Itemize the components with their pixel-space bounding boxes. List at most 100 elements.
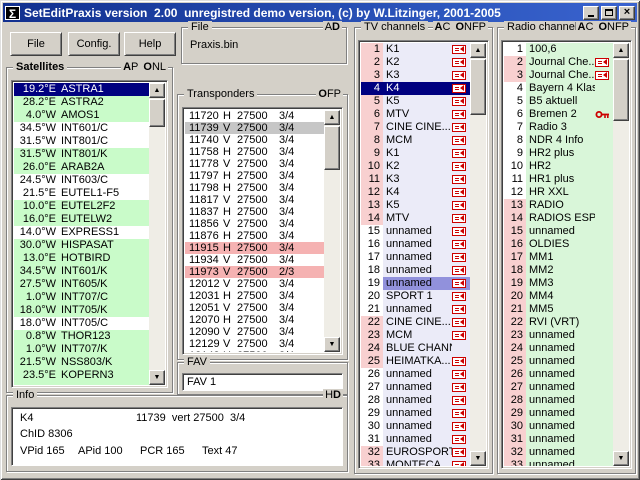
tv-channel-row[interactable]: 22 CINE CINE...	[361, 316, 470, 329]
radio-channel-row[interactable]: 6 Bremen 2	[504, 108, 613, 121]
radio-channel-row[interactable]: 1 100,6	[504, 43, 613, 56]
satellite-row[interactable]: 26.0°E ARAB2A	[14, 161, 149, 174]
tv-channel-row[interactable]: 7 CINE CINE...	[361, 121, 470, 134]
radio-channel-row[interactable]: 30 unnamed	[504, 420, 613, 433]
scrollbar-thumb[interactable]	[324, 126, 340, 170]
transponder-row[interactable]: 11837 H 27500 3/4	[185, 206, 324, 218]
scrollbar-thumb[interactable]	[149, 99, 165, 127]
radio-channel-row[interactable]: 19 MM3	[504, 277, 613, 290]
tv-channel-row[interactable]: 1 K1	[361, 43, 470, 56]
satellite-row[interactable]: 24.5°W INT603/C	[14, 174, 149, 187]
transponder-row[interactable]: 12051 V 27500 3/4	[185, 302, 324, 314]
radio-channel-row[interactable]: 4Bayern 4 Klassik	[504, 82, 613, 95]
radio-channel-row[interactable]: 16 OLDIES	[504, 238, 613, 251]
tv-channel-row[interactable]: 14 MTV	[361, 212, 470, 225]
satellite-row[interactable]: 0.8°W THOR123	[14, 330, 149, 343]
transponder-row[interactable]: 11720 H 27500 3/4	[185, 110, 324, 122]
radio-channel-row[interactable]: 5 B5 aktuell	[504, 95, 613, 108]
scroll-up-button[interactable]: ▲	[613, 43, 629, 58]
transponder-row[interactable]: 11739 V 27500 3/4	[185, 122, 324, 134]
radio-channel-row[interactable]: 15 unnamed	[504, 225, 613, 238]
tv-channel-row[interactable]: 16 unnamed	[361, 238, 470, 251]
tv-channel-row[interactable]: 2 K2	[361, 56, 470, 69]
transponder-row[interactable]: 11856 V 27500 3/4	[185, 218, 324, 230]
transponder-row[interactable]: 11778 V 27500 3/4	[185, 158, 324, 170]
tv-scrollbar[interactable]: ▲ ▼	[470, 43, 486, 466]
tv-channel-row[interactable]: 4 K4	[361, 82, 470, 95]
tv-channel-row[interactable]: 5 K5	[361, 95, 470, 108]
transponder-scrollbar[interactable]: ▲ ▼	[324, 110, 340, 352]
radio-channel-row[interactable]: 24 unnamed	[504, 342, 613, 355]
tv-channel-row[interactable]: 9 K1	[361, 147, 470, 160]
transponder-row[interactable]: 12148H275003/4	[185, 350, 324, 352]
radio-channel-row[interactable]: 7 Radio 3	[504, 121, 613, 134]
transponder-row[interactable]: 11817 V 27500 3/4	[185, 194, 324, 206]
scrollbar-thumb[interactable]	[613, 59, 629, 121]
radio-channel-row[interactable]: 33 unnamed	[504, 459, 613, 466]
satellite-row[interactable]: 14.0°W EXPRESS1	[14, 226, 149, 239]
satellite-row[interactable]: 13.0°E HOTBIRD	[14, 252, 149, 265]
satellite-row[interactable]: 4.0°W AMOS1	[14, 109, 149, 122]
tv-channel-row[interactable]: 29 unnamed	[361, 407, 470, 420]
tv-channel-row[interactable]: 8 MCM	[361, 134, 470, 147]
transponder-row[interactable]: 11740 V 27500 3/4	[185, 134, 324, 146]
transponder-row[interactable]: 11915 H 27500 3/4	[185, 242, 324, 254]
tv-channel-row[interactable]: 21 unnamed	[361, 303, 470, 316]
tv-channel-row[interactable]: 12 K4	[361, 186, 470, 199]
satellite-scrollbar[interactable]: ▲ ▼	[149, 83, 165, 385]
scroll-down-button[interactable]: ▼	[613, 451, 629, 466]
transponder-row[interactable]: 11758 H 27500 3/4	[185, 146, 324, 158]
radio-channel-row[interactable]: 8 NDR 4 Info	[504, 134, 613, 147]
tv-channel-row[interactable]: 31 unnamed	[361, 433, 470, 446]
satellite-row[interactable]: 34.5°W INT601/C	[14, 122, 149, 135]
satellite-row[interactable]: 18.0°W INT705/K	[14, 304, 149, 317]
satellite-row[interactable]: 21.5°W NSS803/K	[14, 356, 149, 369]
satellite-row[interactable]: 10.0°E EUTEL2F2	[14, 200, 149, 213]
radio-channel-row[interactable]: 25 unnamed	[504, 355, 613, 368]
radio-channel-row[interactable]: 9 HR2 plus	[504, 147, 613, 160]
radio-channel-row[interactable]: 28 unnamed	[504, 394, 613, 407]
close-button[interactable]: ×	[619, 5, 635, 20]
minimize-button[interactable]	[583, 5, 599, 20]
transponder-row[interactable]: 11798 H 27500 3/4	[185, 182, 324, 194]
tv-channel-row[interactable]: 23 MCM	[361, 329, 470, 342]
satellite-row[interactable]: 1.0°W INT707/K	[14, 343, 149, 356]
file-button[interactable]: File	[10, 32, 62, 56]
radio-channel-row[interactable]: 26 unnamed	[504, 368, 613, 381]
tv-channel-row[interactable]: 25 HEIMATKA...	[361, 355, 470, 368]
radio-channel-row[interactable]: 20 MM4	[504, 290, 613, 303]
tv-channel-row[interactable]: 33 MONTECA...	[361, 459, 470, 466]
satellite-row[interactable]: 34.5°W INT601/K	[14, 265, 149, 278]
satellite-row[interactable]: 16.0°E EUTELW2	[14, 213, 149, 226]
tv-channel-row[interactable]: 28 unnamed	[361, 394, 470, 407]
scroll-up-button[interactable]: ▲	[149, 83, 165, 98]
radio-channel-row[interactable]: 22 RVI (VRT)	[504, 316, 613, 329]
scroll-down-button[interactable]: ▼	[324, 337, 340, 352]
radio-channel-row[interactable]: 31 unnamed	[504, 433, 613, 446]
tv-channel-row[interactable]: 32 EUROSPORT	[361, 446, 470, 459]
radio-channel-row[interactable]: 23 unnamed	[504, 329, 613, 342]
satellite-row[interactable]: 31.5°W INT801/K	[14, 148, 149, 161]
tv-channel-row[interactable]: 19 unnamed	[361, 277, 470, 290]
maximize-button[interactable]	[601, 5, 617, 20]
help-button[interactable]: Help	[124, 32, 176, 56]
transponder-row[interactable]: 11876 H 27500 3/4	[185, 230, 324, 242]
tv-channel-row[interactable]: 30 unnamed	[361, 420, 470, 433]
transponder-row[interactable]: 12070 H 27500 3/4	[185, 314, 324, 326]
tv-channel-row[interactable]: 3 K3	[361, 69, 470, 82]
radio-channel-row[interactable]: 32 unnamed	[504, 446, 613, 459]
satellite-row[interactable]: 23.5°E KOPERN3	[14, 369, 149, 382]
tv-channel-row[interactable]: 13 K5	[361, 199, 470, 212]
tv-channel-row[interactable]: 15 unnamed	[361, 225, 470, 238]
tv-channel-row[interactable]: 17 unnamed	[361, 251, 470, 264]
satellite-row[interactable]: 19.2°E ASTRA1	[14, 83, 149, 96]
tv-channel-row[interactable]: 18 unnamed	[361, 264, 470, 277]
satellite-row[interactable]: 28.2°E ASTRA2	[14, 96, 149, 109]
transponder-row[interactable]: 11934 V 27500 3/4	[185, 254, 324, 266]
scroll-down-button[interactable]: ▼	[470, 451, 486, 466]
transponder-row[interactable]: 12012 V 27500 3/4	[185, 278, 324, 290]
radio-channel-row[interactable]: 27 unnamed	[504, 381, 613, 394]
satellite-row[interactable]: 27.5°W INT605/K	[14, 278, 149, 291]
transponder-row[interactable]: 11973 V 27500 2/3	[185, 266, 324, 278]
satellite-row[interactable]: 18.0°W INT705/C	[14, 317, 149, 330]
